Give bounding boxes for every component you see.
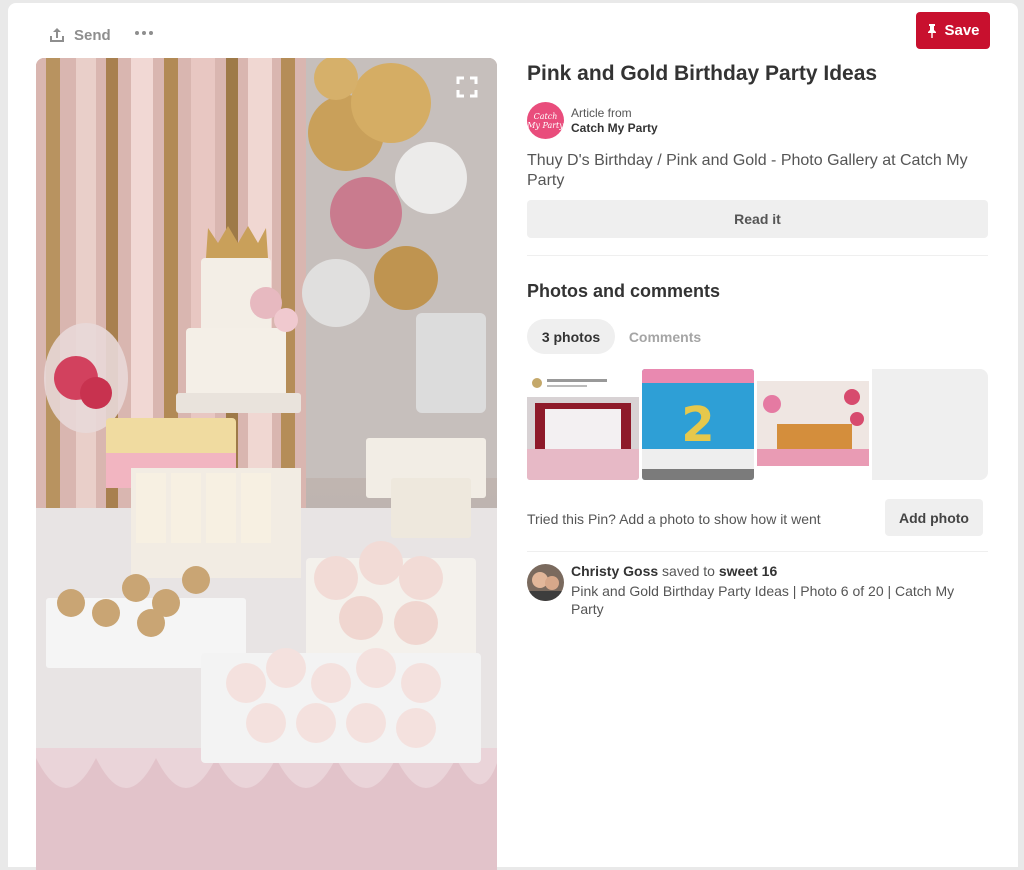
share-upload-icon [50, 28, 64, 42]
photo-thumbnail[interactable] [527, 369, 639, 480]
activity-description: Pink and Gold Birthday Party Ideas | Pho… [571, 583, 955, 617]
tab-photos[interactable]: 3 photos [527, 319, 615, 354]
photo-thumbnails: 2 [527, 369, 988, 480]
source-from-label: Article from [571, 106, 632, 120]
tried-pin-text: Tried this Pin? Add a photo to show how … [527, 511, 821, 527]
tab-comments[interactable]: Comments [622, 319, 708, 354]
source-name[interactable]: Catch My Party [571, 121, 658, 135]
add-photo-button[interactable]: Add photo [885, 499, 983, 536]
more-options-button[interactable] [132, 21, 156, 45]
source-logo[interactable]: Catch My Party [527, 102, 564, 139]
photo-placeholder [872, 369, 988, 480]
pin-closeup-card: Send Save Pink and Gold Birthday Party I… [8, 3, 1018, 870]
photo-thumbnail[interactable]: 2 [642, 369, 754, 480]
activity-line: Christy Goss saved to sweet 16 [571, 563, 777, 579]
board-name[interactable]: sweet 16 [719, 563, 777, 579]
avatar[interactable] [527, 564, 564, 601]
save-button[interactable]: Save [916, 12, 990, 49]
pin-image[interactable] [36, 58, 497, 870]
photo-thumbnail[interactable] [757, 369, 869, 480]
more-dots-icon [135, 31, 139, 35]
photos-comments-title: Photos and comments [527, 281, 721, 301]
saver-action: saved to [662, 563, 715, 579]
expand-icon[interactable] [456, 76, 478, 98]
pin-title: Pink and Gold Birthday Party Ideas [527, 62, 878, 85]
svg-text:2: 2 [681, 397, 714, 453]
save-label: Save [944, 22, 980, 39]
send-label: Send [74, 26, 111, 44]
divider [527, 255, 988, 256]
divider [527, 551, 988, 552]
pin-icon [928, 23, 937, 38]
pin-description: Thuy D's Birthday / Pink and Gold - Phot… [527, 152, 968, 189]
send-button[interactable]: Send [48, 21, 111, 49]
read-it-button[interactable]: Read it [527, 200, 988, 238]
saver-name[interactable]: Christy Goss [571, 563, 658, 579]
party-dessert-table-photo [36, 58, 497, 870]
